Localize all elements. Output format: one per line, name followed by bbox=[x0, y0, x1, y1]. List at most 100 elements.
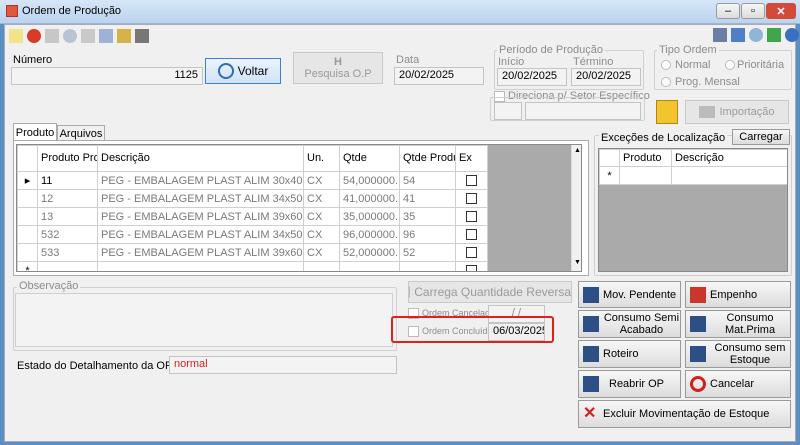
estado-field: normal bbox=[169, 356, 397, 374]
ex-checkbox[interactable] bbox=[466, 175, 477, 187]
consumo-mat-button[interactable]: Consumo Mat.Prima bbox=[685, 310, 791, 338]
prioritaria-radio[interactable] bbox=[725, 60, 735, 70]
product-grid: Produto Produção Descrição Un. Qtde Qtde… bbox=[16, 144, 582, 272]
observacao-label: Observação bbox=[17, 280, 81, 292]
window-title: Ordem de Produção bbox=[22, 5, 122, 17]
list-icon bbox=[583, 346, 599, 362]
reopen-icon bbox=[583, 376, 599, 392]
undo-icon[interactable] bbox=[63, 29, 77, 43]
tab-produto[interactable]: Produto bbox=[13, 123, 57, 141]
col-un[interactable]: Un. bbox=[303, 145, 340, 172]
ex-checkbox[interactable] bbox=[466, 247, 477, 259]
highlight-box bbox=[391, 316, 554, 343]
list-icon bbox=[690, 346, 706, 362]
new-row-icon: * bbox=[17, 261, 38, 271]
consumo-sem-button[interactable]: Consumo sem Estoque bbox=[685, 340, 791, 368]
col-qtde[interactable]: Qtde bbox=[339, 145, 400, 172]
ex-checkbox[interactable] bbox=[466, 211, 477, 223]
app-icon bbox=[6, 5, 18, 17]
carregar-button[interactable]: Carregar bbox=[732, 129, 790, 145]
setor-name-field[interactable] bbox=[525, 102, 641, 120]
new-row[interactable]: * bbox=[599, 166, 787, 185]
toolbar-right bbox=[713, 28, 800, 42]
help-icon[interactable] bbox=[785, 28, 799, 42]
table-row[interactable]: 12PEG - EMBALAGEM PLAST ALIM 34x50 450..… bbox=[17, 189, 488, 208]
reabrir-button[interactable]: Reabrir OP bbox=[578, 370, 681, 398]
excluir-button[interactable]: ✕ Excluir Movimentação de Estoque bbox=[578, 400, 791, 428]
mov-pendente-button[interactable]: Mov. Pendente bbox=[578, 281, 681, 308]
col-descricao[interactable]: Descrição bbox=[97, 145, 304, 172]
link-icon[interactable] bbox=[731, 28, 745, 42]
minimize-button[interactable]: – bbox=[716, 3, 740, 19]
table-row[interactable]: 13PEG - EMBALAGEM PLAST ALIM 39x60 300..… bbox=[17, 207, 488, 226]
periodo-label: Período de Produção bbox=[497, 44, 605, 56]
data-label: Data bbox=[396, 54, 420, 66]
col-exc-produto[interactable]: Produto bbox=[619, 149, 672, 167]
scroll-down-icon[interactable]: ▼ bbox=[574, 259, 581, 266]
excecoes-grid: Produto Descrição * bbox=[598, 148, 788, 272]
ex-checkbox[interactable] bbox=[466, 265, 477, 271]
roteiro-button[interactable]: Roteiro bbox=[578, 340, 681, 368]
col-qtde-produzida[interactable]: Qtde Produzida bbox=[399, 145, 456, 172]
observacao-field[interactable] bbox=[15, 293, 393, 347]
pesquisa-button[interactable]: H Pesquisa O.P bbox=[293, 52, 383, 84]
close-button[interactable]: ✕ bbox=[766, 3, 796, 19]
cancelar-button[interactable]: Cancelar bbox=[685, 370, 791, 398]
ex-checkbox[interactable] bbox=[466, 229, 477, 241]
search-icon[interactable] bbox=[749, 28, 763, 42]
new-row[interactable]: * bbox=[17, 261, 488, 271]
main-form: Número 1125 Voltar H Pesquisa O.P Data 2… bbox=[4, 24, 799, 442]
importacao-button[interactable]: Importação bbox=[685, 100, 789, 124]
tab-arquivos[interactable]: Arquivos bbox=[57, 125, 105, 141]
numero-label: Número bbox=[13, 54, 53, 66]
ex-checkbox[interactable] bbox=[466, 193, 477, 205]
toolbar bbox=[9, 28, 153, 44]
table-row[interactable]: 533PEG - EMBALAGEM PLAST ALIM 39x60 400.… bbox=[17, 243, 488, 262]
binoculars-icon: H bbox=[334, 56, 342, 68]
notes-icon[interactable] bbox=[656, 100, 678, 124]
vertical-scrollbar[interactable]: ▲ ▼ bbox=[571, 145, 581, 271]
load-icon bbox=[409, 286, 411, 298]
scroll-up-icon[interactable]: ▲ bbox=[574, 147, 581, 154]
inicio-field[interactable]: 20/02/2025 bbox=[497, 68, 567, 86]
calculator-icon[interactable] bbox=[713, 28, 727, 42]
excecoes-label: Exceções de Localização bbox=[599, 132, 728, 144]
new-icon[interactable] bbox=[9, 29, 23, 43]
tipo-ordem-label: Tipo Ordem bbox=[657, 44, 719, 56]
print-preview-icon[interactable] bbox=[117, 29, 131, 43]
save-icon[interactable] bbox=[45, 29, 59, 43]
data-field[interactable]: 20/02/2025 bbox=[394, 67, 484, 85]
setor-code-field[interactable] bbox=[494, 102, 522, 120]
row-selector-icon: ▸ bbox=[17, 171, 38, 190]
termino-label: Término bbox=[573, 56, 614, 68]
delete-icon[interactable] bbox=[27, 29, 41, 43]
empenho-button[interactable]: Empenho bbox=[685, 281, 791, 308]
termino-field[interactable]: 20/02/2025 bbox=[571, 68, 641, 86]
prog-mensal-label: Prog. Mensal bbox=[675, 76, 740, 88]
voltar-button[interactable]: Voltar bbox=[205, 58, 281, 84]
col-ex[interactable]: Ex bbox=[455, 145, 488, 172]
cancel-icon bbox=[690, 376, 706, 392]
normal-radio[interactable] bbox=[661, 60, 671, 70]
move-icon[interactable] bbox=[99, 29, 113, 43]
import-icon bbox=[699, 106, 716, 118]
search-icon bbox=[217, 63, 234, 79]
prog-mensal-radio[interactable] bbox=[661, 77, 671, 87]
carrega-reversa-button[interactable]: Carrega Quantidade Reversa bbox=[408, 281, 572, 303]
new-row-icon: * bbox=[599, 166, 620, 185]
table-row[interactable]: ▸11PEG - EMBALAGEM PLAST ALIM 30x40 650.… bbox=[17, 171, 488, 190]
col-exc-descricao[interactable]: Descrição bbox=[671, 149, 787, 167]
copy-icon[interactable] bbox=[81, 29, 95, 43]
title-bar: Ordem de Produção – ▫ ✕ bbox=[0, 0, 800, 24]
x-icon: ✕ bbox=[583, 405, 597, 422]
normal-label: Normal bbox=[675, 59, 711, 71]
numero-field[interactable]: 1125 bbox=[11, 67, 203, 85]
maximize-button[interactable]: ▫ bbox=[741, 3, 765, 19]
inicio-label: Início bbox=[498, 56, 525, 68]
table-row[interactable]: 532PEG - EMBALAGEM PLAST ALIM 34x50 500.… bbox=[17, 225, 488, 244]
upload-icon[interactable] bbox=[767, 28, 781, 42]
empenho-icon bbox=[690, 286, 706, 303]
consumo-semi-button[interactable]: Consumo Semi Acabado bbox=[578, 310, 681, 338]
print-icon[interactable] bbox=[135, 29, 149, 43]
col-produto[interactable]: Produto Produção bbox=[37, 145, 98, 172]
